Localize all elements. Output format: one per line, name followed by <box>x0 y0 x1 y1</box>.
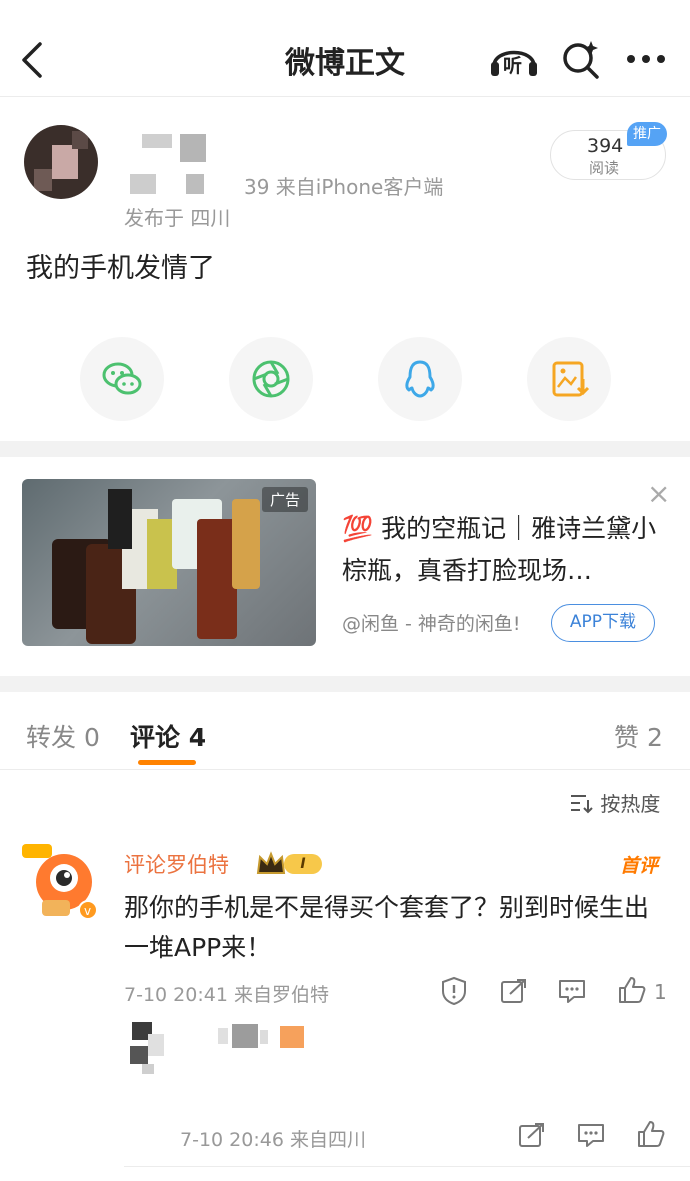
share-icon[interactable] <box>500 978 528 1004</box>
sort-toggle[interactable]: 按热度 <box>570 788 660 817</box>
comment-text: 那你的手机是不是得买个套套了？别到时候生出一堆APP来！ <box>124 893 650 962</box>
like-icon[interactable] <box>617 975 647 1005</box>
qq-icon <box>405 360 435 398</box>
commenter-avatar-redacted[interactable] <box>128 1020 172 1076</box>
read-label: 阅读 <box>589 159 620 177</box>
close-icon[interactable]: × <box>647 477 670 510</box>
ad-title[interactable]: 💯 我的空瓶记｜雅诗兰黛小棕瓶，真香打脸现场… <box>342 508 672 592</box>
author-avatar[interactable] <box>24 125 98 199</box>
save-image-icon <box>552 361 590 397</box>
share-qq-button[interactable] <box>378 337 462 421</box>
hundred-points-icon: 💯 <box>342 514 374 543</box>
commenter-avatar[interactable]: v <box>22 838 102 922</box>
read-count: 394 <box>587 135 624 157</box>
ad-image[interactable]: 广告 <box>22 479 316 646</box>
tabs-divider <box>0 769 690 770</box>
tab-likes[interactable]: 赞 2 <box>614 718 663 754</box>
first-comment-tag: 首评 <box>620 855 659 877</box>
svg-text:v: v <box>84 904 91 918</box>
more-icon[interactable] <box>626 54 666 64</box>
like-icon[interactable] <box>636 1119 666 1149</box>
share-moments-button[interactable] <box>229 337 313 421</box>
search-icon[interactable] <box>560 38 602 80</box>
like-count: 1 <box>654 980 667 1004</box>
section-separator <box>0 676 690 692</box>
listen-label: 听 <box>503 55 523 77</box>
listen-button[interactable]: 听 <box>488 36 540 80</box>
save-image-button[interactable] <box>527 337 611 421</box>
app-download-button[interactable]: APP下载 <box>551 604 655 642</box>
comment-time: 7-10 20:46 来自四川 <box>180 1129 366 1151</box>
ad-title-text: 我的空瓶记｜雅诗兰黛小棕瓶，真香打脸现场… <box>342 514 657 585</box>
promo-badge: 推广 <box>627 122 667 146</box>
vip-badge: I <box>256 851 324 877</box>
ad-source[interactable]: @闲鱼 - 神奇的闲鱼! <box>342 609 521 636</box>
wechat-icon <box>102 362 142 395</box>
active-tab-indicator <box>138 760 196 765</box>
reply-icon[interactable] <box>558 978 586 1004</box>
post-content: 我的手机发情了 <box>26 253 215 284</box>
comment-time: 7-10 20:41 来自罗伯特 <box>124 984 329 1006</box>
commenter-name[interactable]: 评论罗伯特 <box>124 849 229 879</box>
reply-icon[interactable] <box>577 1122 605 1148</box>
ad-label: 广告 <box>261 487 308 512</box>
top-nav-bar: 微博正文 听 <box>0 0 690 97</box>
sort-label: 按热度 <box>600 792 661 816</box>
bottom-divider <box>124 1166 690 1167</box>
commenter-name-redacted[interactable] <box>218 1024 308 1050</box>
robot-mascot-icon: v <box>22 844 98 920</box>
vip-level: I <box>284 854 322 874</box>
share-icon[interactable] <box>518 1122 546 1148</box>
report-icon[interactable] <box>440 976 468 1006</box>
post-location: 发布于 四川 <box>124 206 231 230</box>
moments-icon <box>252 360 290 398</box>
post-meta: 39 来自iPhone客户端 <box>244 175 444 199</box>
author-name-redacted[interactable] <box>130 134 220 194</box>
crown-icon <box>256 851 286 874</box>
tab-reposts[interactable]: 转发 0 <box>26 718 100 754</box>
section-separator <box>0 441 690 457</box>
sort-icon <box>571 795 593 814</box>
tab-comments[interactable]: 评论 4 <box>130 718 206 754</box>
share-wechat-button[interactable] <box>80 337 164 421</box>
